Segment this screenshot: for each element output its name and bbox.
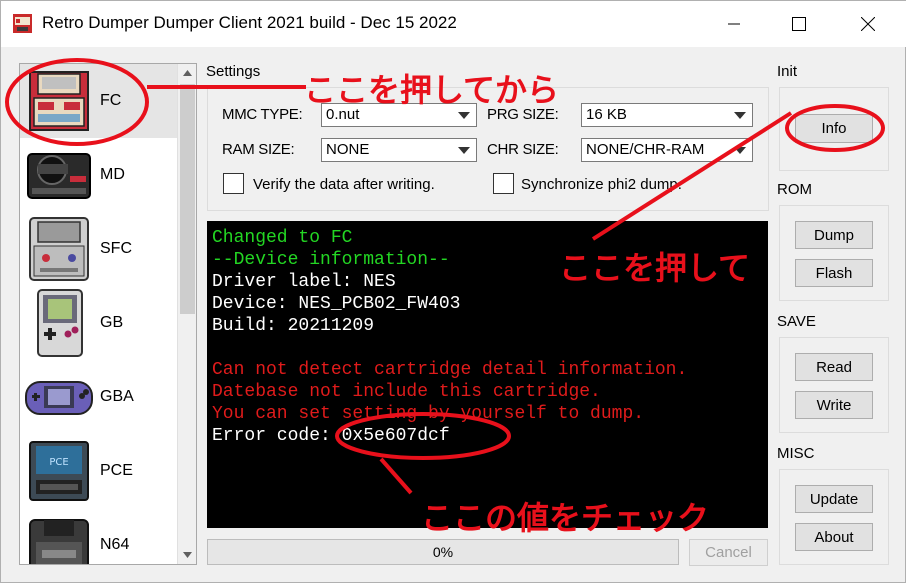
console-item-gba[interactable]: GBA [20, 360, 178, 434]
window-title: Retro Dumper Dumper Client 2021 build - … [42, 13, 457, 32]
log-line: You can set setting by yourself to dump. [212, 404, 645, 424]
mega-drive-icon [27, 153, 91, 199]
chevron-up-icon [183, 70, 192, 76]
settings-group-label: Settings [206, 63, 261, 80]
rom-section-label: ROM [777, 181, 812, 198]
maximize-button[interactable] [776, 1, 822, 47]
console-item-pce[interactable]: PCE PCE [20, 434, 178, 508]
flash-button[interactable]: Flash [795, 259, 873, 287]
annotation-press-first: ここを押してから [304, 71, 560, 109]
verify-checkbox[interactable] [223, 173, 244, 194]
log-line: Datebase not include this cartridge. [212, 382, 601, 402]
console-list: FC MD SFC GB GBA PCE PCE N64 [19, 63, 197, 565]
info-button[interactable]: Info [795, 114, 873, 143]
ram-size-value: NONE [326, 141, 370, 158]
dropdown-arrow-icon [734, 147, 746, 154]
scroll-down-button[interactable] [178, 546, 196, 564]
sync-phi2-checkbox[interactable] [493, 173, 514, 194]
console-label: FC [100, 92, 122, 109]
log-line: Error code: 0x5e607dcf [212, 426, 450, 446]
console-label: GBA [100, 388, 134, 405]
misc-section-label: MISC [777, 445, 815, 462]
minimize-icon [728, 23, 740, 25]
init-section-label: Init [777, 63, 798, 80]
write-button[interactable]: Write [795, 391, 873, 419]
svg-text:PCE: PCE [49, 457, 68, 468]
dropdown-arrow-icon [458, 147, 470, 154]
console-list-scrollbar[interactable] [177, 64, 196, 564]
nintendo-64-icon [29, 519, 89, 564]
read-button[interactable]: Read [795, 353, 873, 381]
progress-bar: 0% [207, 539, 679, 565]
game-boy-advance-icon [25, 381, 93, 415]
console-label: GB [100, 314, 124, 331]
dump-button[interactable]: Dump [795, 221, 873, 249]
mmc-type-label: MMC TYPE: [222, 106, 303, 123]
console-label: SFC [100, 240, 132, 257]
close-button[interactable] [845, 1, 891, 47]
ram-size-label: RAM SIZE: [222, 141, 295, 158]
console-label: PCE [100, 462, 133, 479]
progress-text: 0% [432, 544, 454, 560]
console-label: N64 [100, 536, 130, 553]
game-boy-icon [37, 289, 83, 357]
console-item-sfc[interactable]: SFC [20, 212, 178, 286]
title-bar: Retro Dumper Dumper Client 2021 build - … [1, 1, 906, 47]
cancel-button[interactable]: Cancel [689, 539, 768, 566]
log-line: Device: NES_PCB02_FW403 [212, 294, 461, 314]
chr-size-value: NONE/CHR-RAM [586, 141, 705, 158]
console-item-gb[interactable]: GB [20, 286, 178, 360]
console-item-fc[interactable]: FC [20, 64, 178, 138]
famicom-icon [29, 71, 89, 131]
chevron-down-icon [183, 552, 192, 558]
console-item-md[interactable]: MD [20, 138, 178, 212]
ram-size-select[interactable]: NONE [321, 138, 477, 162]
minimize-button[interactable] [711, 1, 757, 47]
console-item-n64[interactable]: N64 [20, 508, 178, 564]
save-section-label: SAVE [777, 313, 816, 330]
app-icon [13, 14, 32, 33]
annotation-press-here: ここを押して [559, 249, 751, 287]
scroll-thumb[interactable] [180, 84, 195, 314]
log-line: Can not detect cartridge detail informat… [212, 360, 688, 380]
annotation-check-value: ここの値をチェック [421, 499, 710, 537]
super-famicom-icon [29, 217, 89, 281]
chr-size-select[interactable]: NONE/CHR-RAM [581, 138, 753, 162]
close-icon [861, 17, 875, 31]
app-window: Retro Dumper Dumper Client 2021 build - … [0, 0, 906, 583]
scroll-up-button[interactable] [178, 64, 196, 82]
chr-size-label: CHR SIZE: [487, 141, 559, 158]
prg-size-select[interactable]: 16 KB [581, 103, 753, 127]
about-button[interactable]: About [795, 523, 873, 551]
log-line: Build: 20211209 [212, 316, 375, 336]
maximize-icon [792, 17, 806, 31]
pc-engine-icon: PCE [29, 441, 89, 501]
console-label: MD [100, 166, 125, 183]
update-button[interactable]: Update [795, 485, 873, 513]
verify-label: Verify the data after writing. [253, 176, 435, 193]
dropdown-arrow-icon [734, 112, 746, 119]
sync-phi2-label: Synchronize phi2 dump. [521, 176, 682, 193]
prg-size-value: 16 KB [586, 106, 627, 123]
dropdown-arrow-icon [458, 112, 470, 119]
